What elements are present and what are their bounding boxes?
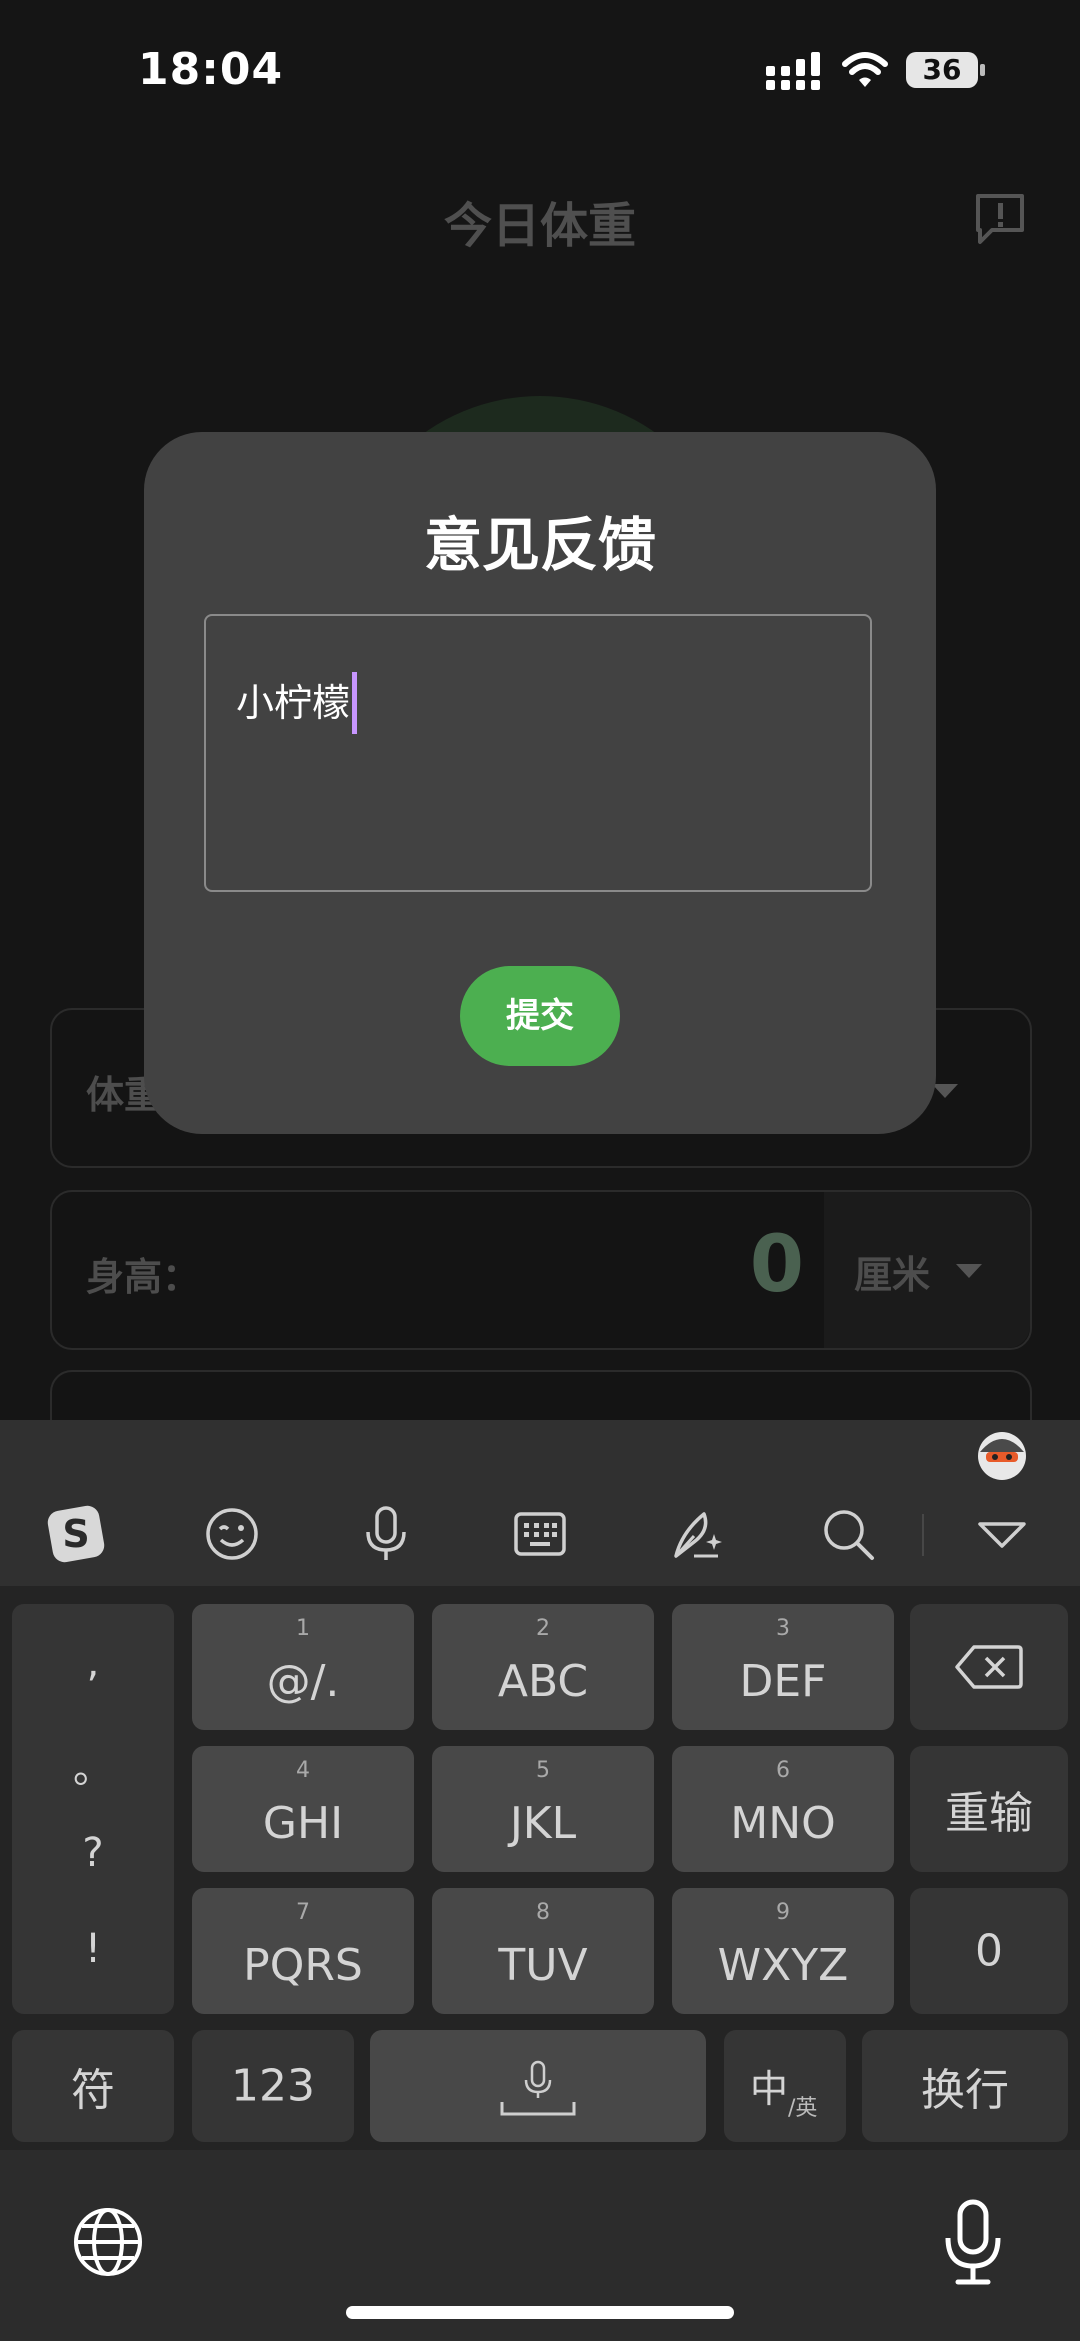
battery-indicator: 36 <box>906 50 986 90</box>
space-key[interactable] <box>370 2030 706 2142</box>
battery-level: 36 <box>922 53 962 86</box>
key-0[interactable]: 0 <box>910 1888 1068 2014</box>
key-9-wxyz[interactable]: 9 WXYZ <box>672 1888 894 2014</box>
home-indicator[interactable] <box>346 2306 734 2319</box>
height-label: 身高： <box>86 1255 201 1299</box>
voice-input-icon[interactable] <box>354 1502 418 1566</box>
feedback-input-text: 小柠檬 <box>236 681 351 725</box>
key-1[interactable]: 1 @/. <box>192 1604 414 1730</box>
collapse-keyboard-icon[interactable] <box>970 1502 1034 1566</box>
newline-key[interactable]: 换行 <box>862 2030 1068 2142</box>
height-unit: 厘米 <box>854 1253 931 1297</box>
backspace-icon <box>955 1645 1023 1689</box>
handwriting-icon[interactable] <box>664 1502 728 1566</box>
height-field[interactable]: 身高： 0 厘米 <box>50 1190 1032 1350</box>
cellular-signal-icon <box>766 52 820 90</box>
search-icon[interactable] <box>816 1502 880 1566</box>
status-time: 18:04 <box>138 44 284 95</box>
height-unit-selector[interactable]: 厘米 <box>824 1192 1030 1348</box>
feedback-dialog: 意见反馈 小柠檬 提交 <box>144 432 936 1134</box>
key-2-abc[interactable]: 2 ABC <box>432 1604 654 1730</box>
key-3-def[interactable]: 3 DEF <box>672 1604 894 1730</box>
backspace-key[interactable] <box>910 1604 1068 1730</box>
symbols-key[interactable]: 符 <box>12 2030 174 2142</box>
language-switch-key[interactable]: 中 /英 <box>724 2030 846 2142</box>
emoji-icon[interactable] <box>200 1502 264 1566</box>
key-6-mno[interactable]: 6 MNO <box>672 1746 894 1872</box>
svg-text:S: S <box>62 1512 89 1556</box>
height-value: 0 <box>749 1220 804 1310</box>
key-8-tuv[interactable]: 8 TUV <box>432 1888 654 2014</box>
dialog-title: 意见反馈 <box>423 511 656 579</box>
key-4-ghi[interactable]: 4 GHI <box>192 1746 414 1872</box>
sogou-logo-icon[interactable]: S <box>44 1502 108 1566</box>
toolbar-divider <box>922 1514 924 1556</box>
wifi-icon <box>842 52 888 87</box>
reinput-key[interactable]: 重输 <box>910 1746 1068 1872</box>
submit-button[interactable]: 提交 <box>460 966 620 1066</box>
mascot-avatar-icon[interactable] <box>974 1426 1030 1482</box>
punct-comma[interactable]: , <box>12 1640 174 1686</box>
feedback-icon[interactable] <box>972 190 1028 246</box>
globe-icon[interactable] <box>70 2204 146 2280</box>
space-mic-icon <box>500 2060 576 2116</box>
punct-question[interactable]: ? <box>12 1830 174 1876</box>
feedback-input[interactable]: 小柠檬 <box>204 614 872 892</box>
key-5-jkl[interactable]: 5 JKL <box>432 1746 654 1872</box>
punctuation-column[interactable]: , 。 ? ! <box>12 1604 174 2014</box>
key-7-pqrs[interactable]: 7 PQRS <box>192 1888 414 2014</box>
dictation-mic-icon[interactable] <box>940 2198 1006 2288</box>
page-title: 今日体重 <box>443 198 636 254</box>
weight-unit-dropdown-icon[interactable] <box>932 1084 958 1098</box>
keyboard-toolbar: S <box>0 1420 1080 1586</box>
text-cursor <box>352 672 358 734</box>
punct-period[interactable]: 。 <box>12 1736 174 1794</box>
keyboard-layout-icon[interactable] <box>508 1502 572 1566</box>
numbers-key[interactable]: 123 <box>192 2030 354 2142</box>
height-unit-dropdown-icon[interactable] <box>956 1264 982 1278</box>
punct-exclaim[interactable]: ! <box>12 1926 174 1972</box>
